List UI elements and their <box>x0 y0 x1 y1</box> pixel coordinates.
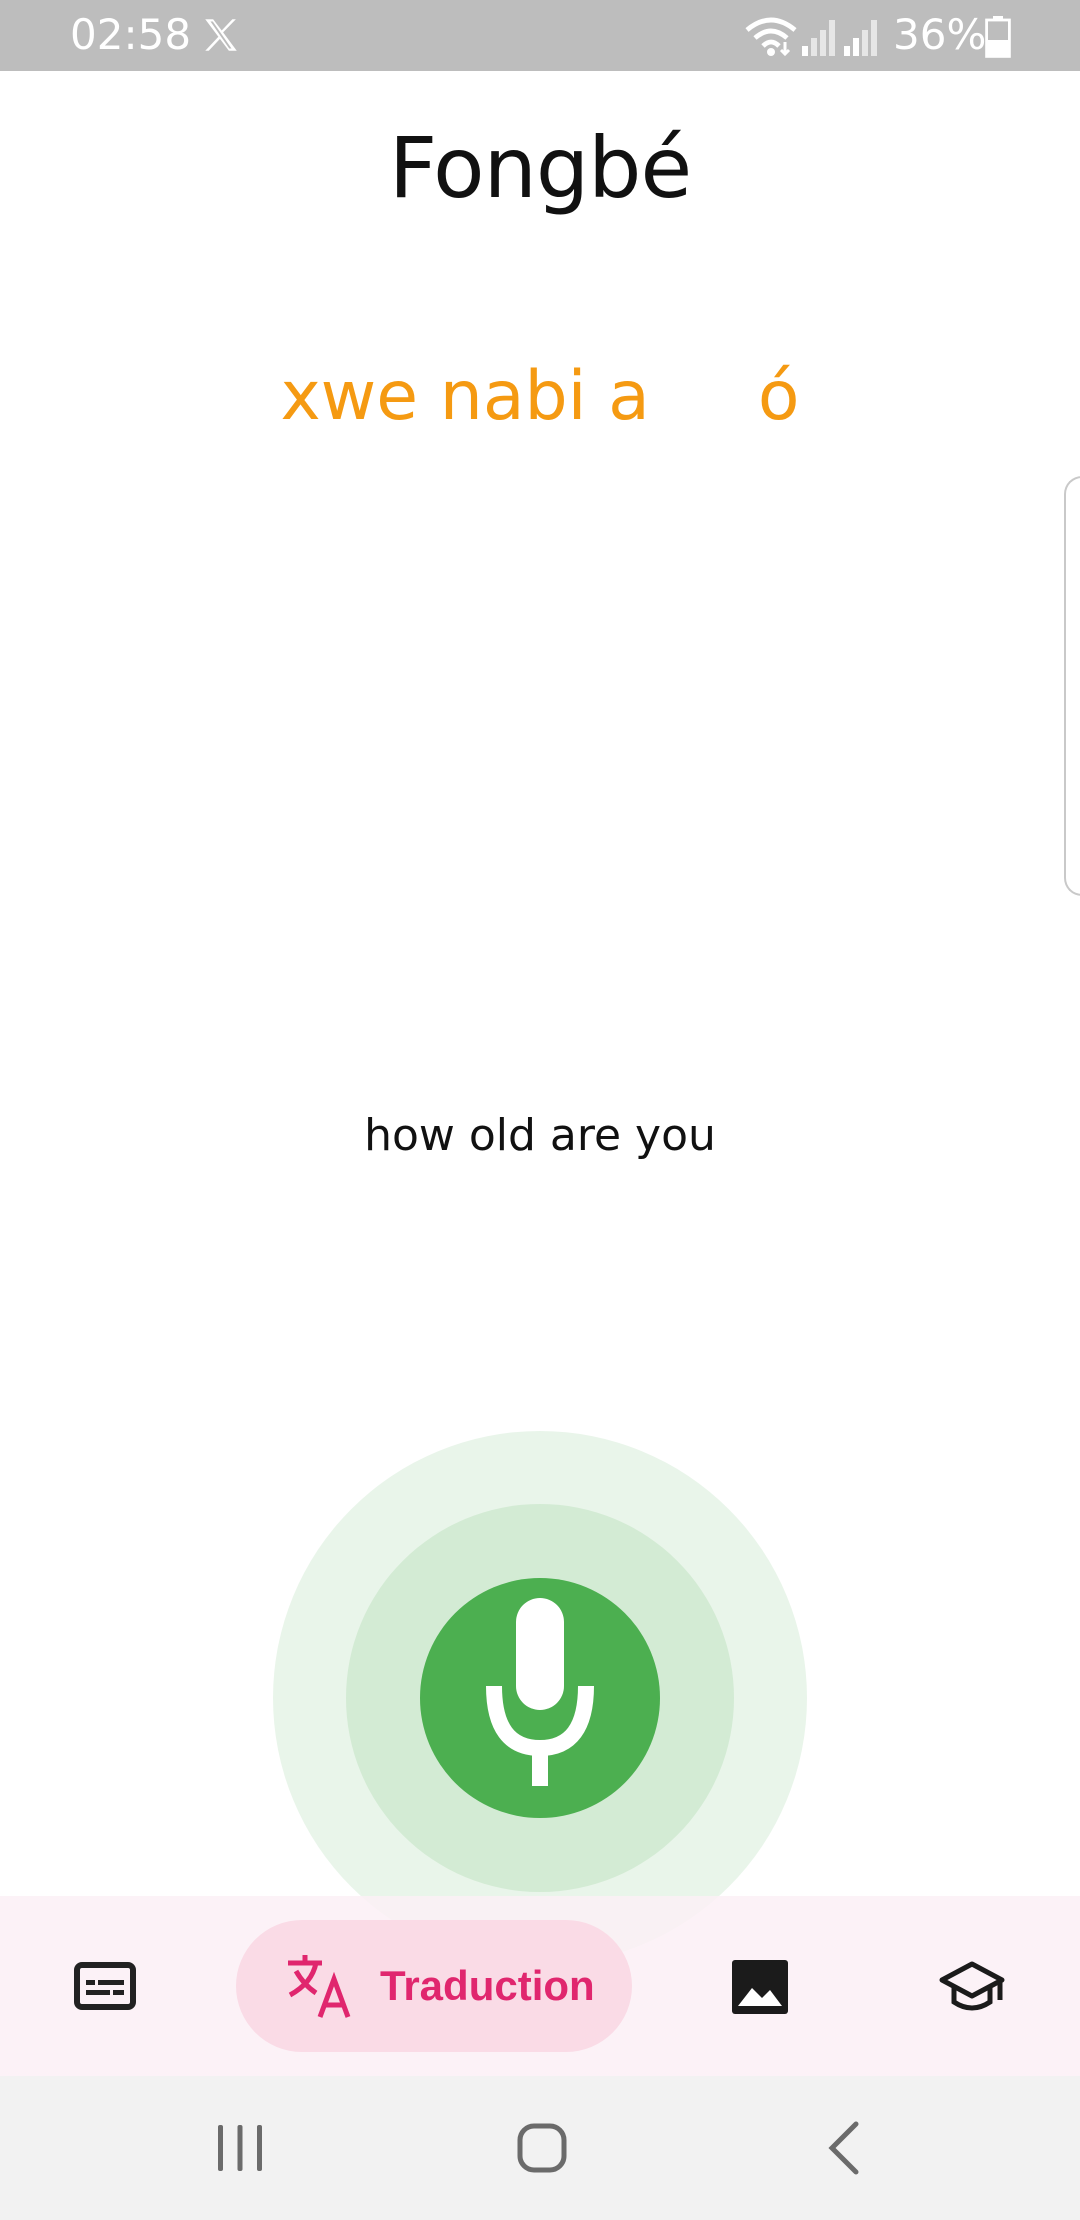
bottom-navigation: Traduction <box>0 1896 1080 2076</box>
nav-subtitles[interactable] <box>74 1962 136 2010</box>
status-time: 02:58 <box>70 10 192 59</box>
edge-panel-handle[interactable] <box>1064 476 1080 896</box>
x-app-icon <box>205 19 237 51</box>
subtitles-icon <box>74 1962 136 2010</box>
image-icon <box>732 1960 788 2014</box>
graduation-cap-icon <box>939 1961 1005 2011</box>
battery-icon <box>985 16 1011 58</box>
mic-button[interactable] <box>420 1578 660 1818</box>
translate-icon <box>288 1955 351 2018</box>
nav-translate[interactable]: Traduction <box>236 1920 632 2052</box>
source-text: how old are you <box>364 1110 716 1161</box>
signal-icon <box>802 20 835 56</box>
nav-translate-label: Traduction <box>380 1962 595 2009</box>
home-icon[interactable] <box>516 2122 568 2174</box>
status-bar: 02:58 36% <box>0 0 1080 71</box>
back-icon[interactable] <box>826 2120 860 2176</box>
nav-image[interactable] <box>732 1960 788 2014</box>
recent-apps-icon[interactable] <box>216 2123 264 2173</box>
system-navigation-bar <box>0 2076 1080 2220</box>
translation-output: xwe nabi a ó <box>280 357 800 436</box>
battery-percent: 36% <box>893 10 987 59</box>
signal-icon <box>844 20 877 56</box>
wifi-icon <box>745 17 797 57</box>
page-title: Fongbé <box>388 119 692 217</box>
microphone-icon <box>486 1598 594 1786</box>
nav-learn[interactable] <box>938 1960 1006 2016</box>
